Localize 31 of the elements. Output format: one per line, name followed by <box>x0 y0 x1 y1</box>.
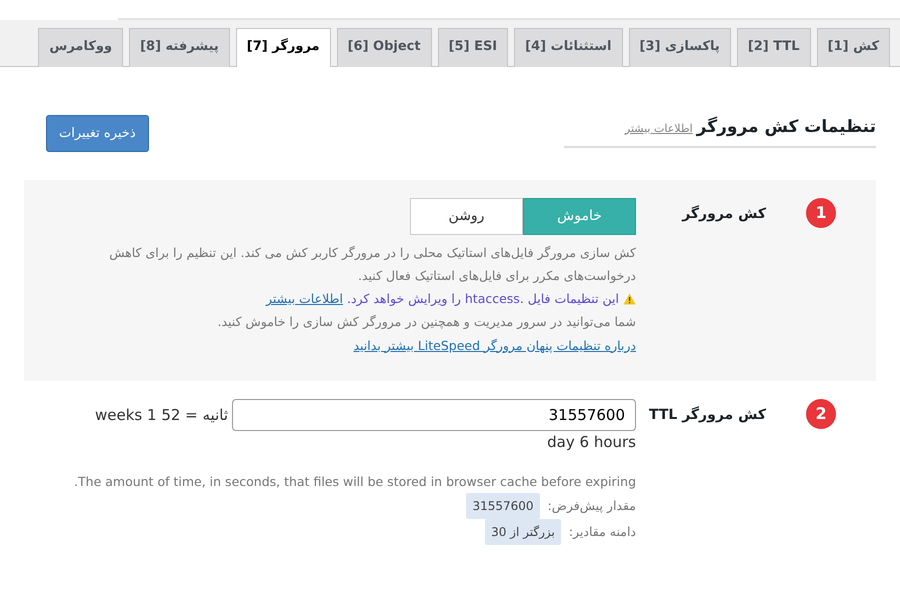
range-label: دامنه مقادیر: <box>568 523 636 542</box>
range-value: بزرگتر از 30 <box>485 518 561 546</box>
number-badge: 2 <box>806 398 836 429</box>
toggle-option[interactable]: روشن <box>410 198 523 235</box>
note-text: شما می‌توانید در سرور مدیریت و همچنین در مرورگر کش سازی را خاموش کنید. درباره تنظیمات پنهان مرورگر LiteSpeed بیشتر بدانید <box>216 313 636 355</box>
ttl-input-field[interactable]: 31557600 <box>232 398 636 432</box>
page-title: تنظیمات کش مرورگر <box>696 116 876 136</box>
default-label: مقدار پیش‌فرض: <box>548 497 636 516</box>
tab[interactable]: [1] کش <box>816 28 890 66</box>
duration-readout: ثانیه = 52 weeks 1 <box>94 404 228 426</box>
warning-text: این تنظیمات فایل .htaccess را ویرایش خواهد کرد. <box>346 290 619 308</box>
number-badge: 1 <box>806 198 836 228</box>
tab[interactable]: [2] TTL <box>736 28 811 66</box>
description-text: کش سازی مرورگر فایل‌های استاتیک محلی را در مرورگر کاربر کش می کند. این تنظیم را برای کاهش درخواست‌های مکرر برای فایل‌های استاتیک فعال کنید. <box>108 244 636 286</box>
save-changes-button[interactable]: ذخیره تغییرات <box>46 114 149 152</box>
description-text: The amount of time, in seconds, that files will be stored in browser cache before expiring. <box>73 472 636 491</box>
tab[interactable]: ووکامرس <box>38 28 124 66</box>
tab[interactable]: [6] Object <box>336 28 432 66</box>
more-info-link[interactable]: اطلاعات بیشتر <box>624 122 693 134</box>
tab[interactable]: [4] استثنائات <box>514 28 622 66</box>
setting-label: کش مرورگر TTL <box>648 405 766 425</box>
more-info-link[interactable]: اطلاعات بیشتر <box>266 287 343 310</box>
tab[interactable]: [3] پاکسازی <box>628 28 731 66</box>
duration-readout: day 6 hours <box>546 432 636 454</box>
tab[interactable]: [5] ESI <box>438 28 508 66</box>
default-value: 31557600 <box>466 492 540 519</box>
learn-more-link[interactable]: درباره تنظیمات پنهان مرورگر LiteSpeed بیشتر بدانید <box>353 338 636 352</box>
tab[interactable]: [7] مرورگر <box>236 28 331 66</box>
warning-icon <box>623 292 636 305</box>
tab[interactable]: [8] پیشرفته <box>129 28 230 66</box>
setting-label: کش مرورگر <box>680 204 766 224</box>
